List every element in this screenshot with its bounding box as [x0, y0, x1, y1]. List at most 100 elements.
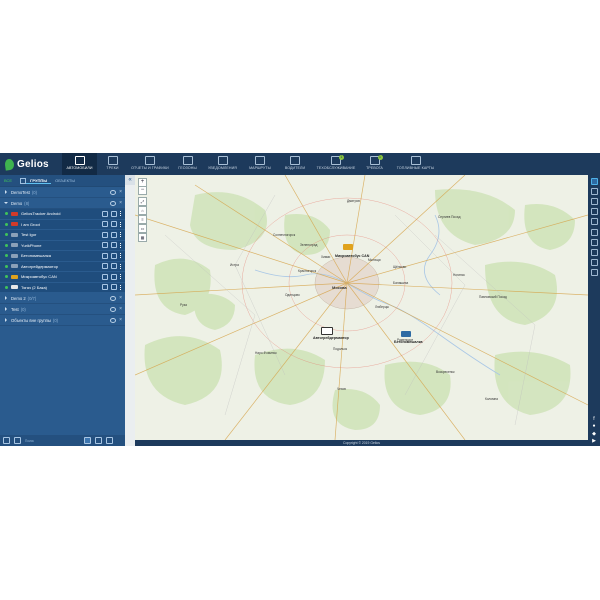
signal-icon[interactable]	[102, 273, 108, 280]
nav-item[interactable]: МАРШРУТЫ	[245, 153, 275, 175]
vehicle-marker[interactable]	[401, 331, 411, 337]
radio-icon[interactable]	[590, 248, 598, 256]
search-icon[interactable]	[590, 178, 598, 186]
group-row[interactable]: Test (0) ×	[0, 304, 125, 315]
facebook-icon[interactable]: f	[592, 416, 597, 422]
phone-icon[interactable]	[95, 437, 102, 444]
close-icon[interactable]: ×	[119, 189, 122, 195]
nav-item[interactable]: УВЕДОМЛЕНИЯ	[205, 153, 240, 175]
vehicle-row[interactable]: Автогрейдермаятор	[0, 261, 125, 272]
chevron-down-icon[interactable]	[4, 202, 8, 204]
nav-item[interactable]: АВТОМОБИЛИ	[62, 153, 97, 176]
link-icon[interactable]	[3, 437, 10, 444]
eye-icon[interactable]	[110, 200, 117, 206]
vehicle-marker[interactable]	[321, 327, 333, 335]
nav-item[interactable]: 1 ТРЕВОГА	[362, 153, 387, 175]
signal-icon[interactable]	[102, 284, 108, 291]
logo[interactable]: Gelios	[4, 157, 49, 171]
search-input[interactable]: Поиск	[25, 439, 80, 443]
info-card-icon[interactable]	[111, 210, 117, 217]
more-menu-icon[interactable]	[120, 221, 122, 227]
fullscreen-icon[interactable]: ⤢	[138, 197, 147, 206]
vehicle-row[interactable]: Бетономешалка	[0, 251, 125, 262]
info-card-icon[interactable]	[111, 242, 117, 249]
nav-item[interactable]: ГЕОЗОНЫ	[175, 153, 200, 175]
eye-icon[interactable]	[110, 317, 117, 323]
nav-item[interactable]: ВОДИТЕЛИ	[280, 153, 310, 175]
info-card-icon[interactable]	[111, 221, 117, 228]
track-icon	[107, 156, 118, 165]
more-menu-icon[interactable]	[120, 253, 122, 259]
edit-icon[interactable]	[590, 198, 598, 206]
more-menu-icon[interactable]	[120, 242, 122, 248]
play-store-icon[interactable]: ▶	[592, 439, 597, 444]
signal-icon[interactable]	[102, 221, 108, 228]
info-card-icon[interactable]	[111, 263, 117, 270]
apple-icon[interactable]: ●	[592, 424, 597, 429]
grid-icon[interactable]: ▦	[138, 233, 147, 242]
more-menu-icon[interactable]	[120, 232, 122, 238]
info-card-icon[interactable]	[111, 273, 117, 280]
fuel-card-icon	[410, 156, 421, 165]
nav-item-label: ТРЕКИ	[106, 166, 119, 170]
more-menu-icon[interactable]	[120, 284, 122, 290]
group-row[interactable]: Demo (8) ×	[0, 198, 125, 209]
close-icon[interactable]: ×	[119, 295, 122, 301]
tab-groups[interactable]: ГРУППЫ	[26, 178, 52, 184]
car-filter-icon[interactable]	[84, 437, 91, 444]
chart-icon[interactable]	[590, 208, 598, 216]
nav-item[interactable]: ТОПЛИВНЫЕ КАРТЫ	[393, 153, 438, 175]
chevron-down-icon[interactable]	[5, 296, 7, 300]
close-icon[interactable]: ×	[119, 200, 122, 206]
settings-icon[interactable]	[590, 238, 598, 246]
map-view[interactable]: + − ⤢ ⌂ ≡ ▭ ▦ Москва Красногорск Мытищи …	[135, 175, 588, 440]
nav-item[interactable]: 1 ТЕХОБСЛУЖИВАНИЕ	[316, 153, 356, 175]
more-menu-icon[interactable]	[120, 274, 122, 280]
signal-icon[interactable]	[102, 263, 108, 270]
info-card-icon[interactable]	[111, 231, 117, 238]
close-icon[interactable]: ×	[119, 317, 122, 323]
vehicle-row[interactable]: I am Groot	[0, 219, 125, 230]
layers-icon[interactable]: ≡	[138, 215, 147, 224]
eye-icon[interactable]	[110, 189, 117, 195]
vehicle-row[interactable]: Тягач (2 Бака)	[0, 282, 125, 293]
card-icon[interactable]	[106, 437, 113, 444]
nav-item[interactable]: ОТЧЕТЫ И ГРАФИКИ	[130, 153, 170, 175]
tab-objects[interactable]: ОБЪЕКТЫ	[51, 178, 79, 183]
filter-icon[interactable]	[14, 437, 21, 444]
group-row[interactable]: Объекты вне группы (0) ×	[0, 315, 125, 326]
signal-icon[interactable]	[102, 210, 108, 217]
group-row[interactable]: Demo 2 (0/7) ×	[0, 293, 125, 304]
list-icon[interactable]	[590, 188, 598, 196]
info-card-icon[interactable]	[111, 252, 117, 259]
home-icon[interactable]: ⌂	[138, 206, 147, 215]
signal-icon[interactable]	[102, 252, 108, 259]
chevron-down-icon[interactable]	[5, 307, 7, 311]
close-icon[interactable]: ×	[119, 306, 122, 312]
android-icon[interactable]: ◆	[592, 431, 597, 437]
signal-icon[interactable]	[102, 242, 108, 249]
collapse-sidebar-button[interactable]: «	[125, 175, 135, 185]
ruler-icon[interactable]: ▭	[138, 224, 147, 233]
vehicle-row[interactable]: Микроавтобус CAN	[0, 272, 125, 283]
signal-icon[interactable]	[102, 231, 108, 238]
vehicle-row[interactable]: Test Igor	[0, 230, 125, 241]
more-menu-icon[interactable]	[120, 211, 122, 217]
nav-item[interactable]: ТРЕКИ	[100, 153, 125, 175]
group-row[interactable]: DemoTest (0) ×	[0, 187, 125, 198]
calendar-icon[interactable]	[590, 228, 598, 236]
flag-icon[interactable]	[590, 268, 598, 276]
zoom-out-button[interactable]: −	[138, 186, 147, 195]
map-pin-icon[interactable]	[590, 258, 598, 266]
eye-icon[interactable]	[110, 306, 117, 312]
more-menu-icon[interactable]	[120, 263, 122, 269]
vehicle-row[interactable]: YurikPhone	[0, 240, 125, 251]
chevron-down-icon[interactable]	[5, 318, 7, 322]
vehicle-marker[interactable]	[343, 244, 353, 250]
chevron-down-icon[interactable]	[5, 190, 7, 194]
tab-all[interactable]: ВСЕ	[0, 178, 16, 183]
eye-icon[interactable]	[110, 295, 117, 301]
info-icon[interactable]	[590, 218, 598, 226]
vehicle-row[interactable]: GeliosTracker Android	[0, 209, 125, 220]
info-card-icon[interactable]	[111, 284, 117, 291]
